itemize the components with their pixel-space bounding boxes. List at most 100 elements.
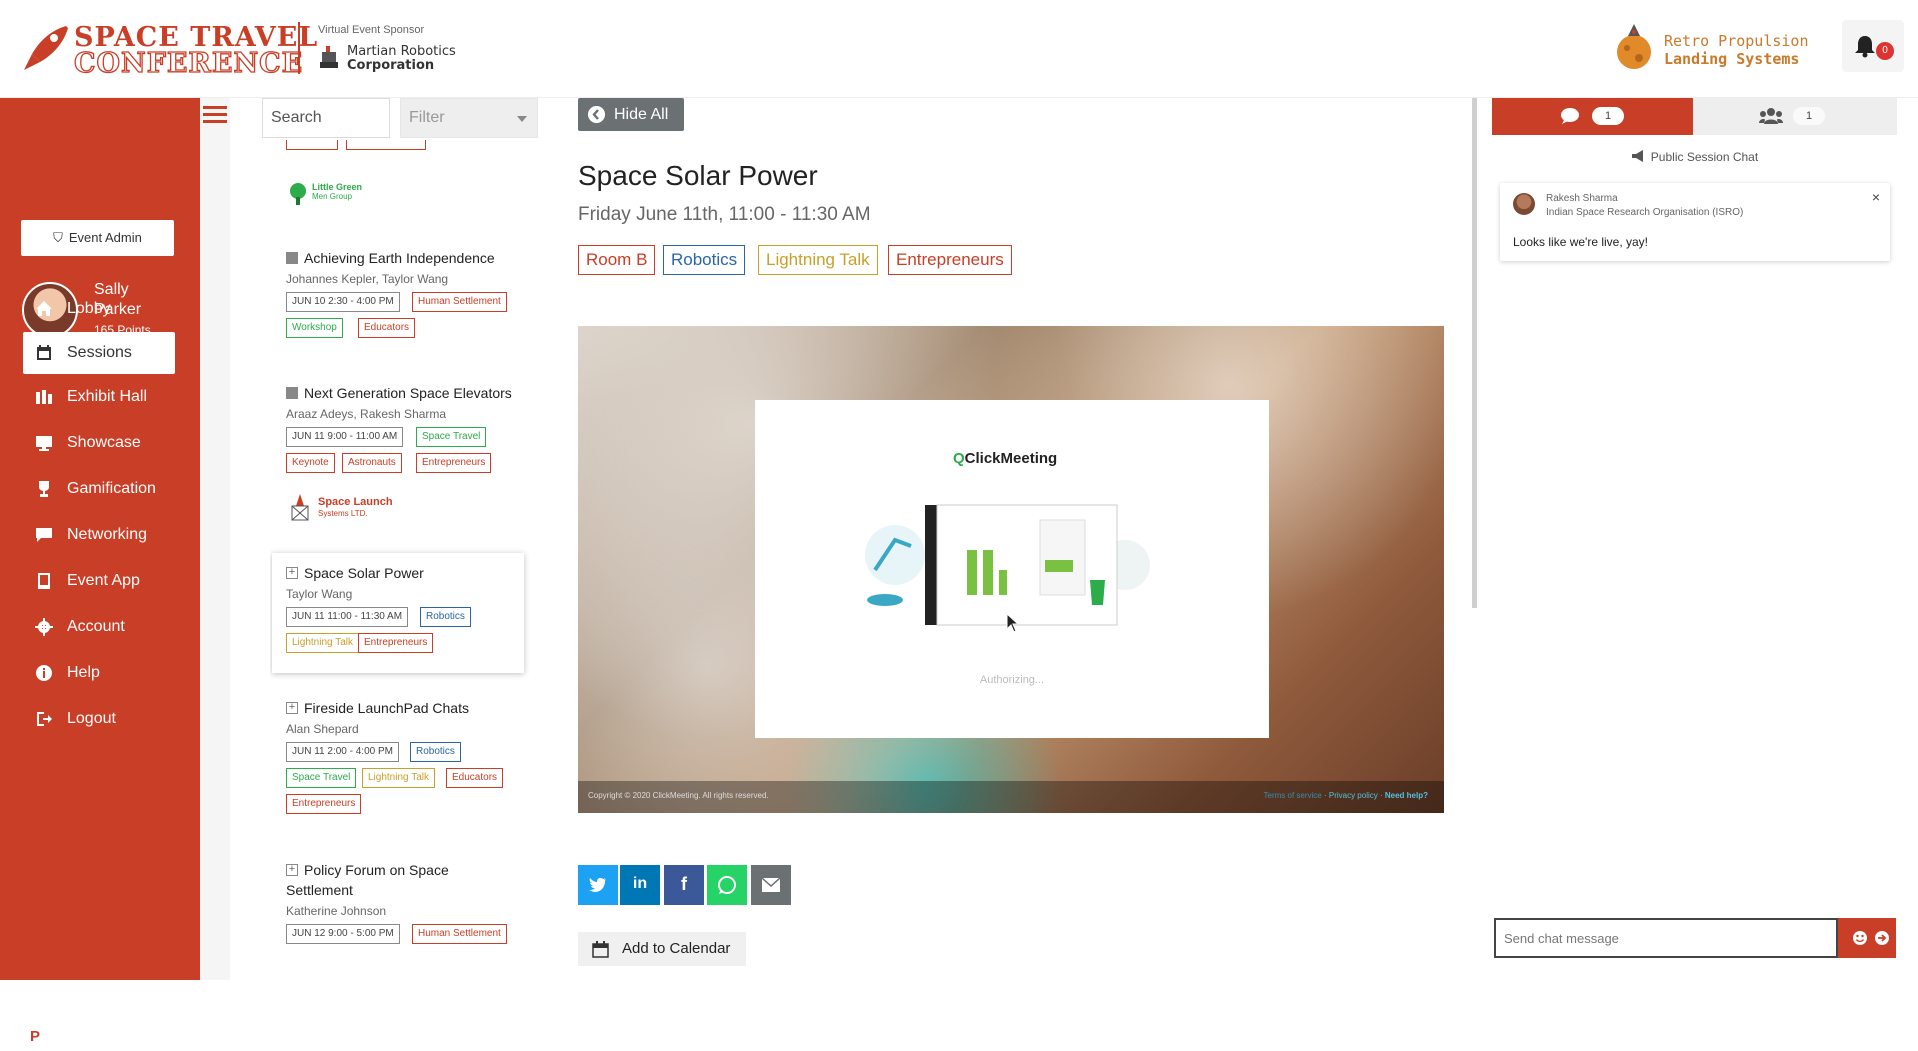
sidebar-item-account[interactable]: Account [23, 606, 175, 648]
sidebar-item-sessions[interactable]: Sessions [23, 332, 175, 374]
add-to-calendar-button[interactable]: Add to Calendar [578, 932, 746, 966]
share-whatsapp-button[interactable] [707, 865, 747, 905]
sidebar-item-label: Showcase [67, 434, 141, 451]
linkedin-icon: in [632, 875, 648, 892]
trophy-icon [39, 481, 49, 497]
powered-by-label: POWERED BY [56, 1022, 138, 1036]
session-tag: Entrepreneurs [416, 453, 492, 473]
chat-panel: 1 1 Public Session Chat Rakesh Sharma In… [1492, 98, 1897, 980]
session-tag: Educators [358, 318, 416, 338]
session-tag: Lightning Talk [286, 633, 359, 653]
session-title[interactable]: Policy Forum on Space [304, 862, 449, 878]
session-title[interactable]: Achieving Earth Independence [304, 250, 495, 266]
hamburger-menu-icon[interactable] [203, 104, 227, 126]
sidebar-item-showcase[interactable]: Showcase [23, 422, 175, 464]
session-tag: Robotics [663, 245, 746, 275]
sidebar-item-label: Help [67, 664, 100, 681]
video-footer: Copyright © 2020 ClickMeeting. All right… [578, 781, 1444, 813]
checked-checkbox-icon[interactable] [286, 252, 298, 264]
tab-attendees[interactable]: 1 [1693, 98, 1897, 135]
sidebar-item-networking[interactable]: Networking [23, 514, 175, 556]
public-chat-label: Public Session Chat [1492, 150, 1897, 164]
exhibit-icon [36, 390, 52, 404]
sidebar-item-logout[interactable]: Logout [23, 698, 175, 740]
logo-title-line2[interactable]: CONFERENCE [73, 47, 303, 79]
calendar-icon [592, 941, 609, 958]
share-facebook-button[interactable]: f [664, 865, 704, 905]
sidebar-item-label: Networking [67, 526, 148, 543]
calendar-icon [37, 345, 51, 360]
share-email-button[interactable] [751, 865, 791, 905]
sidebar-item-event-app[interactable]: Event App [23, 560, 175, 602]
clickmeeting-logo: QClickMeeting [953, 450, 1057, 467]
session-title[interactable]: Next Generation Space Elevators [304, 385, 512, 401]
session-tag: Lightning Talk [362, 768, 435, 788]
notification-count-badge: 0 [1876, 42, 1894, 60]
expand-plus-icon[interactable]: + [286, 702, 298, 714]
session-tag: Robotics [410, 742, 461, 762]
robot-icon [320, 46, 338, 68]
privacy-link[interactable]: Privacy policy [1329, 791, 1378, 800]
notifications-button[interactable]: 0 [1842, 20, 1904, 72]
chat-message-text: Looks like we're live, yay! [1513, 235, 1649, 249]
chat-message-input[interactable] [1494, 918, 1838, 958]
sidebar-toggle-band [200, 98, 230, 980]
showcase-icon [36, 436, 52, 451]
top-bar: SPACE TRAVEL CONFERENCE Virtual Event Sp… [0, 0, 1918, 98]
sidebar-item-label: Gamification [67, 480, 156, 497]
close-icon[interactable]: × [1872, 189, 1880, 205]
chat-message-author[interactable]: Rakesh Sharma [1546, 193, 1618, 204]
clickmeeting-q-icon: Q [953, 450, 965, 467]
session-tag: Entrepreneurs [358, 633, 434, 653]
whatsapp-icon [718, 876, 736, 894]
sponsor-name-suffix[interactable]: Corporation [347, 58, 434, 73]
sidebar-item-exhibit-hall[interactable]: Exhibit Hall [23, 376, 175, 418]
checked-checkbox-icon[interactable] [286, 387, 298, 399]
clickmeeting-loading-card: QClickMeeting Authorizing... [755, 400, 1269, 738]
tablet-icon [38, 573, 50, 589]
tree-logo-icon [290, 183, 306, 205]
attendee-count-badge: 1 [1793, 107, 1825, 125]
session-room-tag: Room B [578, 245, 656, 275]
emoji-icon[interactable] [1852, 930, 1868, 946]
sidebar: ⛉ Event Admin Sally Parker 165 Points Lob… [0, 98, 200, 1051]
clickmeeting-brand: ClickMeeting [964, 450, 1058, 467]
sidebar-item-lobby[interactable]: Lobby [23, 288, 175, 330]
share-linkedin-button[interactable]: in [620, 865, 660, 905]
sponsor-logo-text-line2: Men Group [312, 192, 353, 201]
filter-select[interactable]: Filter [400, 98, 538, 138]
session-title[interactable]: Fireside LaunchPad Chats [304, 700, 469, 716]
send-arrow-icon[interactable] [1874, 930, 1890, 946]
session-time-tag: JUN 12 9:00 - 5:00 PM [286, 924, 400, 944]
tab-chat[interactable]: 1 [1492, 98, 1693, 135]
sponsor-logo-little-green[interactable]: Little Green Men Group [288, 180, 408, 210]
terms-link[interactable]: Terms of service [1264, 791, 1322, 800]
sponsor-name[interactable]: Martian Robotics [347, 44, 456, 59]
video-player[interactable]: QClickMeeting Authorizing... Copyright ©… [578, 326, 1444, 813]
share-twitter-button[interactable] [578, 865, 618, 905]
chat-message: Rakesh Sharma Indian Space Research Orga… [1500, 183, 1890, 261]
expand-plus-icon[interactable]: + [286, 864, 298, 876]
sidebar-item-label: Event App [67, 572, 140, 589]
event-admin-button[interactable]: ⛉ Event Admin [21, 220, 174, 256]
chat-count-badge: 1 [1592, 107, 1624, 125]
expand-plus-icon[interactable]: + [286, 567, 298, 579]
page-title: Space Solar Power [578, 160, 818, 191]
right-sponsor-line1[interactable]: Retro Propulsion [1664, 32, 1809, 50]
avatar[interactable] [1513, 193, 1535, 215]
sidebar-item-gamification[interactable]: Gamification [23, 468, 175, 510]
session-title[interactable]: Space Solar Power [304, 565, 424, 581]
help-link[interactable]: Need help? [1385, 791, 1428, 800]
bell-icon [1855, 36, 1875, 58]
sidebar-item-help[interactable]: Help [23, 652, 175, 694]
sponsor-logo-space-launch[interactable]: Space Launch Systems LTD. [288, 494, 428, 524]
session-speakers: Taylor Wang [286, 587, 353, 601]
right-sponsor-line2[interactable]: Landing Systems [1664, 50, 1799, 68]
session-datetime: Friday June 11th, 11:00 - 11:30 AM [578, 204, 871, 225]
session-time-tag: JUN 11 2:00 - 4:00 PM [286, 742, 399, 762]
scrollbar[interactable] [1472, 98, 1477, 608]
session-title-continued[interactable]: Settlement [286, 882, 353, 898]
hide-all-button[interactable]: Hide All [578, 98, 684, 131]
sidebar-item-label: Account [67, 618, 125, 635]
search-input[interactable] [262, 98, 390, 138]
